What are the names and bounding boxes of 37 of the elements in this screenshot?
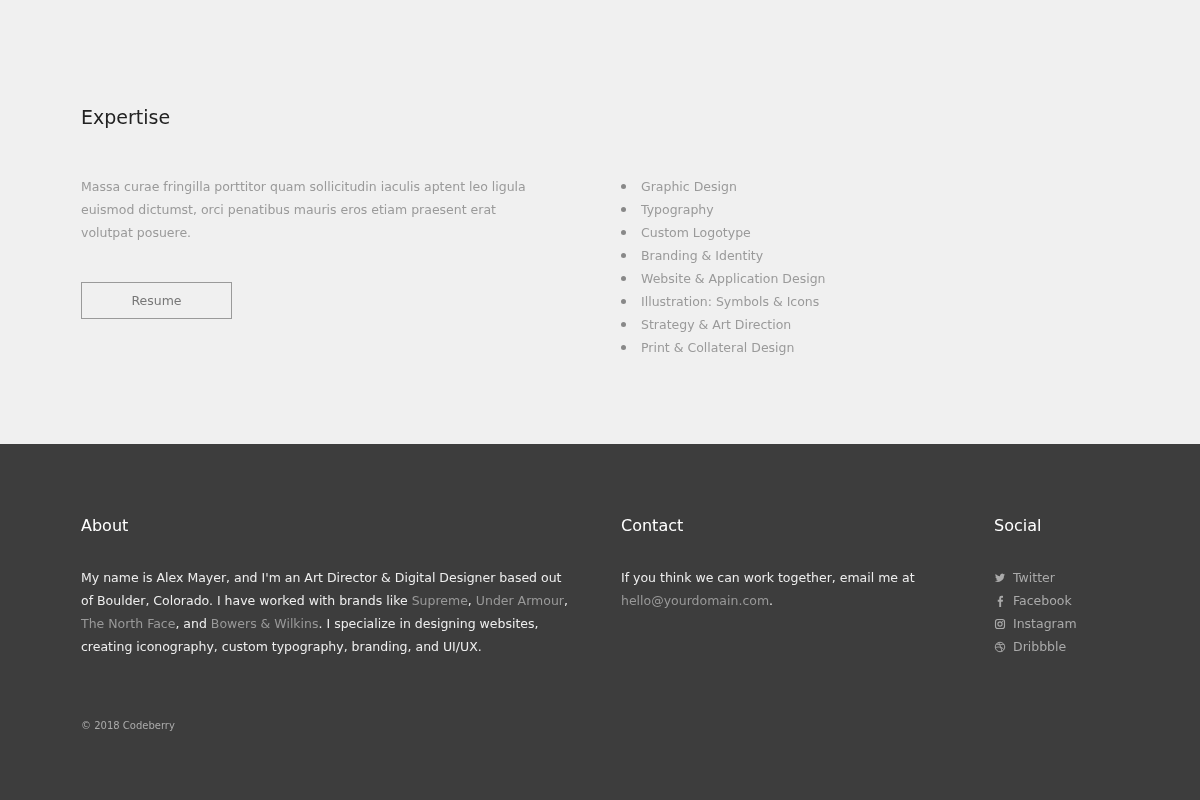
bullet-icon xyxy=(621,207,626,212)
resume-button[interactable]: Resume xyxy=(81,282,232,319)
column-heading: Social xyxy=(994,515,1043,537)
skill-item: Branding & Identity xyxy=(641,248,764,263)
twitter-icon xyxy=(994,571,1006,584)
bullet-icon xyxy=(621,253,626,258)
section-heading: Expertise xyxy=(81,105,172,130)
skill-item: Strategy & Art Direction xyxy=(641,317,792,332)
instagram-icon xyxy=(994,617,1006,630)
contact-text: If you think we can work together, email me at hello@yourdomain.com. xyxy=(621,569,916,610)
column-heading: About xyxy=(81,515,130,537)
bullet-icon xyxy=(621,276,626,281)
text-link[interactable]: Supreme xyxy=(411,593,468,608)
text-link[interactable]: hello@yourdomain.com xyxy=(621,593,770,608)
bullet-icon xyxy=(621,230,626,235)
about-text: My name is Alex Mayer, and I'm an Art Director & Digital Designer based out of Boulder, Colorado. I have worked with brands like Supreme, Under Armour, The North Face, and Bowers & Wilkins. I specialize in designing websites, creating iconography, custom typography, branding, and UI/UX. xyxy=(81,569,569,656)
description-text: Massa curae fringilla porttitor quam sollicitudin iaculis aptent leo ligula euismod dictumst, orci penatibus mauris eros etiam praesent erat volutpat posuere. xyxy=(81,178,527,242)
dribbble-icon xyxy=(994,640,1006,653)
social-link[interactable]: Dribbble xyxy=(1013,639,1067,654)
social-link[interactable]: Twitter xyxy=(1013,570,1055,585)
column-heading: Contact xyxy=(621,515,685,537)
bullet-icon xyxy=(621,299,626,304)
social-link[interactable]: Instagram xyxy=(1013,616,1077,631)
skill-item: Custom Logotype xyxy=(641,225,751,240)
skill-item: Illustration: Symbols & Icons xyxy=(641,294,820,309)
text-link[interactable]: The North Face xyxy=(81,616,176,631)
skill-item: Print & Collateral Design xyxy=(641,340,795,355)
skill-item: Typography xyxy=(641,202,714,217)
skill-item: Graphic Design xyxy=(641,179,737,194)
text-link[interactable]: Bowers & Wilkins xyxy=(210,616,319,631)
bullet-icon xyxy=(621,322,626,327)
skill-item: Website & Application Design xyxy=(641,271,826,286)
social-link[interactable]: Facebook xyxy=(1013,593,1072,608)
text-link[interactable]: Under Armour xyxy=(475,593,564,608)
bullet-icon xyxy=(621,345,626,350)
copyright-text: © 2018 Codeberry xyxy=(81,720,176,731)
bullet-icon xyxy=(621,184,626,189)
